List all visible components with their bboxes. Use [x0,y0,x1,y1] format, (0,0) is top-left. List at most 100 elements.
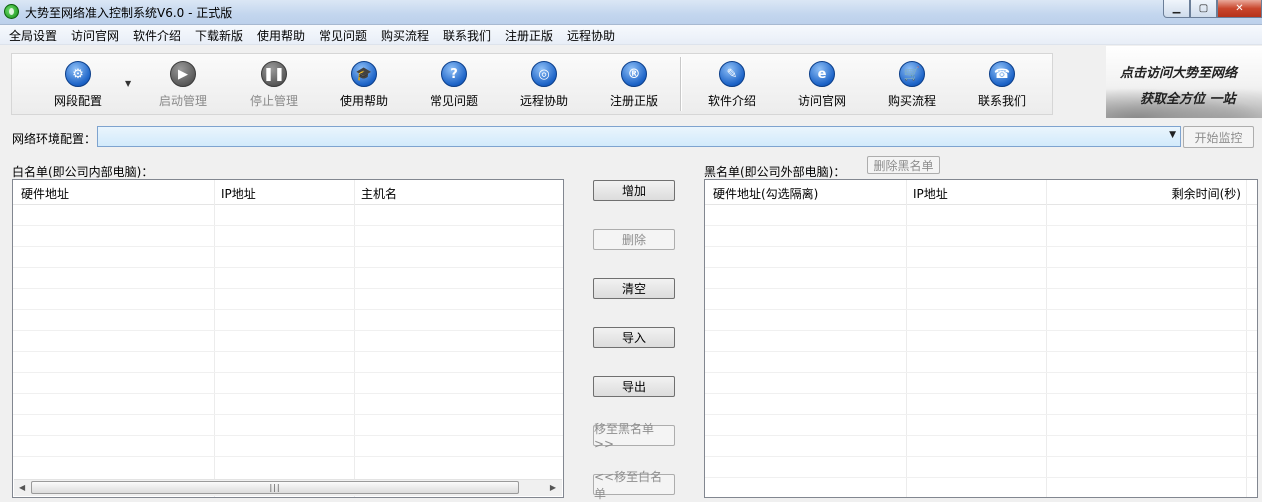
start-manage-label: 启动管理 [158,94,207,108]
network-config-label: 网络环境配置： [12,132,97,146]
move-to-whitelist-button[interactable]: <<移至白名单 [593,470,675,501]
row-gridline [705,372,1257,373]
blacklist-label: 黑名单(即公司外部电脑)： [704,165,846,179]
window-title: 大势至网络准入控制系统V6.0 - 正式版 [25,6,233,20]
row-gridline [13,414,563,415]
delete-button[interactable]: 删除 [593,229,675,250]
network-config-select[interactable]: ▼ [97,126,1181,147]
purchase-button[interactable]: 🛒 购买流程 [872,61,952,109]
row-gridline [705,477,1257,478]
row-gridline [13,330,563,331]
move-to-blacklist-button[interactable]: 移至黑名单>> [593,422,675,451]
start-monitor-button[interactable]: 开始监控 [1183,126,1254,148]
purchase-label: 购买流程 [887,94,936,108]
whitelist-table[interactable]: 硬件地址 IP地址 主机名 ◀ ||| ▶ [12,179,564,498]
contact-button[interactable]: ☎ 联系我们 [962,61,1042,109]
phone-icon: ☎ [989,61,1015,87]
segment-config-dropdown-icon[interactable]: ▼ [125,79,131,88]
menu-faq[interactable]: 常见问题 [319,27,367,44]
remote-assist-button[interactable]: ◎ 远程协助 [504,61,584,109]
whitelist-label: 白名单(即公司内部电脑)： [12,165,154,179]
menu-software-intro[interactable]: 软件介绍 [133,27,181,44]
menu-download[interactable]: 下载新版 [195,27,243,44]
close-icon: ✕ [1235,3,1244,14]
delete-blacklist-button[interactable]: 删除黑名单 [867,156,940,174]
menu-help[interactable]: 使用帮助 [257,27,305,44]
row-gridline [705,393,1257,394]
scroll-right-icon[interactable]: ▶ [550,483,556,492]
column-header-ip[interactable]: IP地址 [913,185,948,202]
close-button[interactable]: ✕ [1217,0,1262,18]
start-manage-button[interactable]: ▶ 启动管理 [143,61,223,109]
row-gridline [13,456,563,457]
title-bar: 大势至网络准入控制系统V6.0 - 正式版 ▁ ▢ ✕ [0,0,1262,25]
register-button[interactable]: ® 注册正版 [594,61,674,109]
column-header-mac[interactable]: 硬件地址 [21,185,69,202]
app-icon [4,4,19,19]
remote-assist-label: 远程协助 [519,94,568,108]
banner-line-2: 获取全方位 一站 [1140,92,1236,107]
question-icon: ? [441,61,467,87]
visit-site-label: 访问官网 [797,94,846,108]
row-gridline [705,267,1257,268]
row-gridline [705,309,1257,310]
add-button[interactable]: 增加 [593,180,675,201]
menu-remote-assist[interactable]: 远程协助 [567,27,615,44]
scrollbar-thumb[interactable]: ||| [31,481,519,494]
stop-manage-button[interactable]: ❚❚ 停止管理 [234,61,314,109]
document-edit-icon: ✎ [719,61,745,87]
segment-config-button[interactable]: ⚙ 网段配置 [38,61,118,109]
menu-global-settings[interactable]: 全局设置 [9,27,57,44]
menu-contact[interactable]: 联系我们 [443,27,491,44]
import-button[interactable]: 导入 [593,327,675,348]
column-divider [214,180,215,497]
play-icon: ▶ [170,61,196,87]
menu-purchase[interactable]: 购买流程 [381,27,429,44]
register-label: 注册正版 [609,94,658,108]
column-header-ip[interactable]: IP地址 [221,185,256,202]
faq-button[interactable]: ? 常见问题 [414,61,494,109]
cart-icon: 🛒 [899,61,925,87]
row-gridline [13,393,563,394]
maximize-icon: ▢ [1198,3,1209,14]
help-button[interactable]: 🎓 使用帮助 [324,61,404,109]
scroll-left-icon[interactable]: ◀ [19,483,25,492]
row-gridline [705,246,1257,247]
column-header-mac-isolate[interactable]: 硬件地址(勾选隔离) [713,185,818,202]
menu-register[interactable]: 注册正版 [505,27,553,44]
promo-banner[interactable]: 点击访问大势至网络 获取全方位 一站 [1106,46,1262,118]
blacklist-header: 硬件地址(勾选隔离) IP地址 剩余时间(秒) [705,180,1257,205]
column-header-remaining-time[interactable]: 剩余时间(秒) [1172,185,1241,202]
browser-icon: e [809,61,835,87]
row-gridline [705,351,1257,352]
row-gridline [705,414,1257,415]
row-gridline [13,372,563,373]
export-button[interactable]: 导出 [593,376,675,397]
whitelist-header: 硬件地址 IP地址 主机名 [13,180,563,205]
column-header-hostname[interactable]: 主机名 [361,185,397,202]
minimize-button[interactable]: ▁ [1163,0,1190,18]
maximize-button[interactable]: ▢ [1190,0,1217,18]
software-intro-button[interactable]: ✎ 软件介绍 [692,61,772,109]
stop-manage-label: 停止管理 [249,94,298,108]
registered-icon: ® [621,61,647,87]
window-controls: ▁ ▢ ✕ [1163,0,1262,19]
menu-bar: 全局设置 访问官网 软件介绍 下载新版 使用帮助 常见问题 购买流程 联系我们 … [0,25,1262,45]
column-divider [1046,180,1047,497]
row-gridline [13,351,563,352]
horizontal-scrollbar[interactable]: ◀ ||| ▶ [14,479,562,496]
row-gridline [705,456,1257,457]
row-gridline [705,435,1257,436]
graduation-cap-icon: 🎓 [351,61,377,87]
menu-visit-site[interactable]: 访问官网 [71,27,119,44]
chevron-down-icon[interactable]: ▼ [1169,130,1176,140]
blacklist-table[interactable]: 硬件地址(勾选隔离) IP地址 剩余时间(秒) [704,179,1258,498]
row-gridline [13,309,563,310]
toolbar-separator [680,57,682,111]
row-gridline [13,288,563,289]
visit-site-button[interactable]: e 访问官网 [782,61,862,109]
row-gridline [13,246,563,247]
column-divider [354,180,355,497]
clear-button[interactable]: 清空 [593,278,675,299]
row-gridline [705,225,1257,226]
